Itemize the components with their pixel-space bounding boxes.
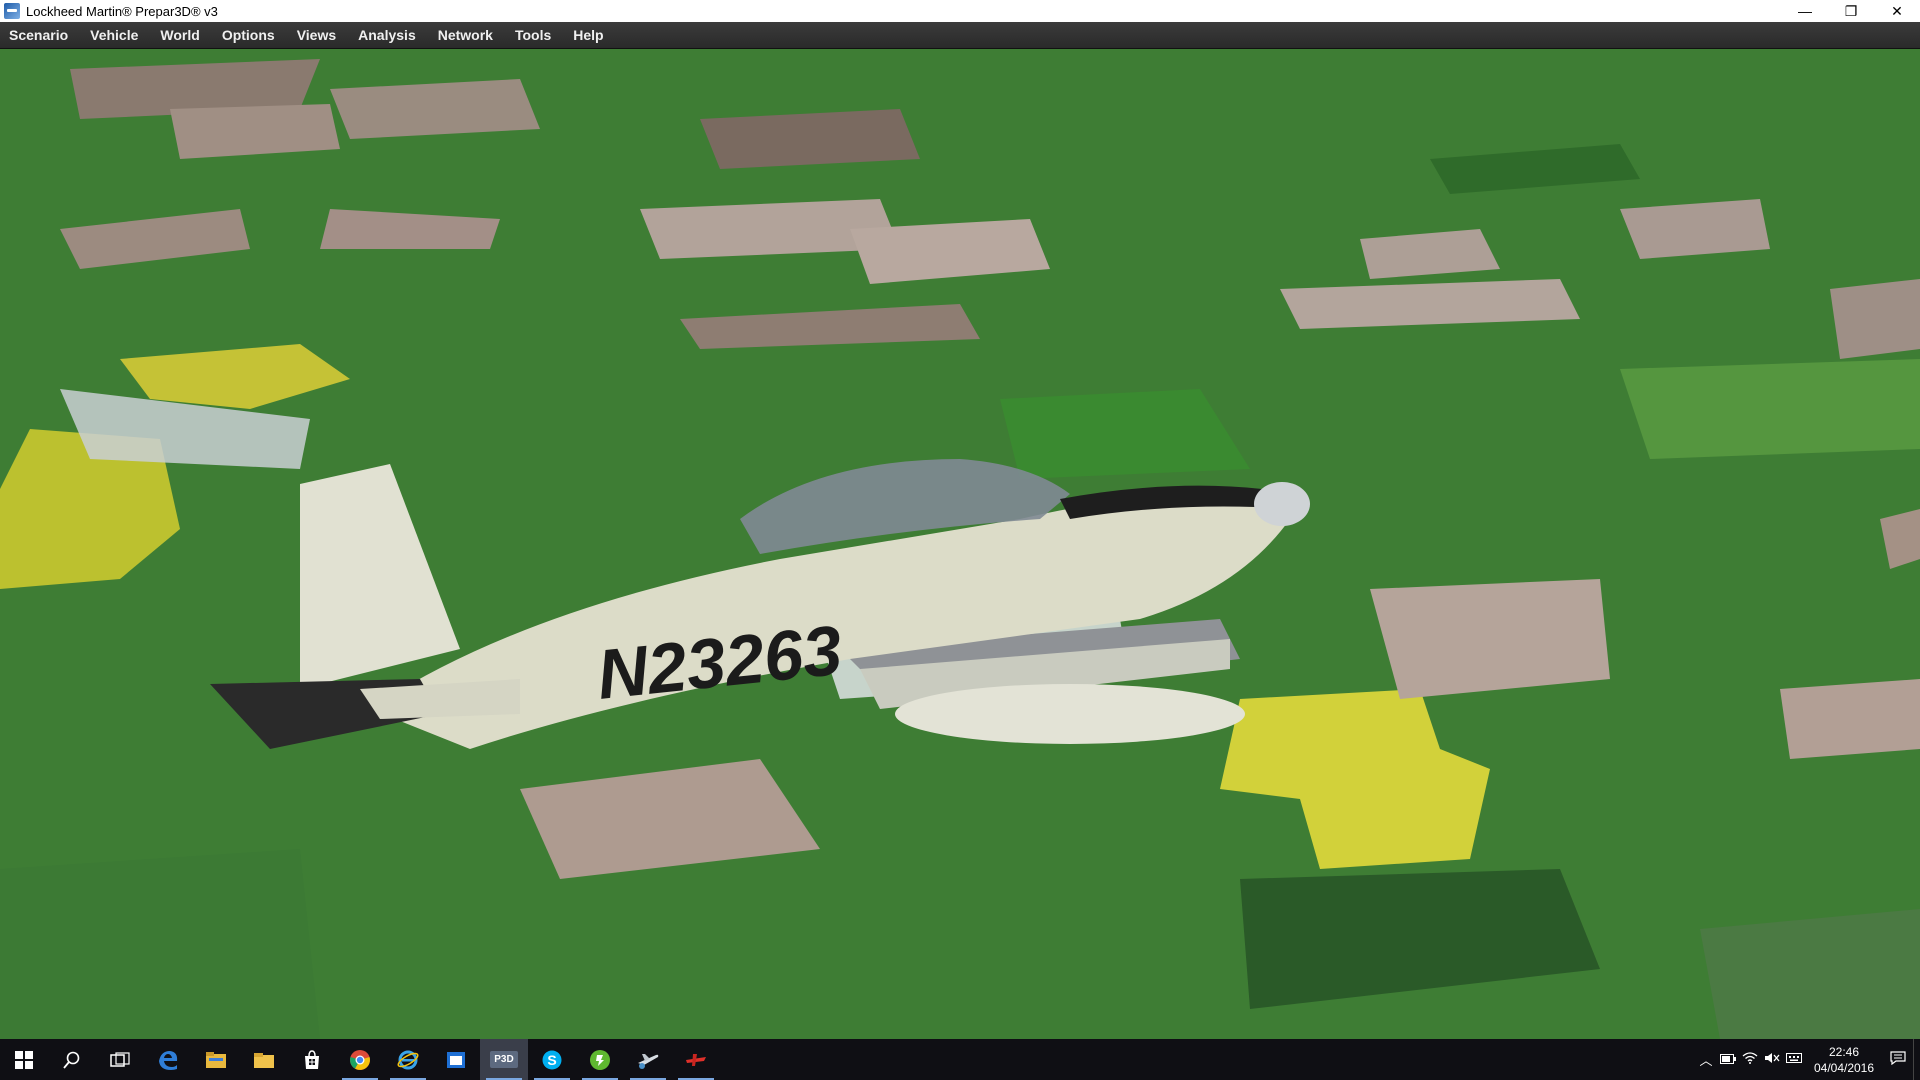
taskbar-clock[interactable]: 22:46 04/04/2016 <box>1805 1044 1883 1076</box>
title-bar[interactable]: Lockheed Martin® Prepar3D® v3 — ❐ ✕ <box>0 0 1920 22</box>
volume-muted-icon[interactable] <box>1761 1052 1783 1067</box>
clock-date: 04/04/2016 <box>1813 1060 1875 1075</box>
window-title: Lockheed Martin® Prepar3D® v3 <box>26 3 218 19</box>
prepar3d-window: Lockheed Martin® Prepar3D® v3 — ❐ ✕ Scen… <box>0 0 1920 1080</box>
simulation-viewport[interactable]: N23263 <box>0 49 1920 1039</box>
windows-taskbar: P3D S ︿ 22:46 04/04/2016 <box>0 1039 1920 1080</box>
store-icon[interactable] <box>288 1039 336 1080</box>
menu-options[interactable]: Options <box>211 22 286 48</box>
menu-views[interactable]: Views <box>286 22 347 48</box>
chrome-icon[interactable] <box>336 1039 384 1080</box>
internet-explorer-icon[interactable] <box>384 1039 432 1080</box>
minimize-button[interactable]: — <box>1782 0 1828 22</box>
task-view-icon[interactable] <box>96 1039 144 1080</box>
menu-world[interactable]: World <box>149 22 210 48</box>
show-desktop-button[interactable] <box>1913 1039 1920 1080</box>
plane-app-icon[interactable] <box>624 1039 672 1080</box>
folder-icon[interactable] <box>240 1039 288 1080</box>
system-tray: ︿ 22:46 04/04/2016 <box>1695 1039 1920 1080</box>
restore-button[interactable]: ❐ <box>1828 0 1874 22</box>
show-hidden-icons-icon[interactable]: ︿ <box>1695 1050 1717 1069</box>
svg-text:S: S <box>547 1052 556 1068</box>
menu-scenario[interactable]: Scenario <box>0 22 79 48</box>
search-icon[interactable] <box>48 1039 96 1080</box>
close-button[interactable]: ✕ <box>1874 0 1920 22</box>
green-app-icon[interactable] <box>576 1039 624 1080</box>
scenery-canvas: N23263 <box>0 49 1920 1039</box>
menu-network[interactable]: Network <box>427 22 504 48</box>
menu-bar: Scenario Vehicle World Options Views Ana… <box>0 22 1920 49</box>
edge-icon[interactable] <box>144 1039 192 1080</box>
start-icon[interactable] <box>0 1039 48 1080</box>
action-center-icon[interactable] <box>1883 1051 1913 1068</box>
menu-tools[interactable]: Tools <box>504 22 562 48</box>
skype-icon[interactable]: S <box>528 1039 576 1080</box>
menu-analysis[interactable]: Analysis <box>347 22 427 48</box>
file-explorer-icon[interactable] <box>192 1039 240 1080</box>
clock-time: 22:46 <box>1828 1044 1860 1059</box>
battery-icon[interactable] <box>1717 1052 1739 1067</box>
menu-help[interactable]: Help <box>562 22 614 48</box>
menu-vehicle[interactable]: Vehicle <box>79 22 149 48</box>
app-window-icon[interactable] <box>432 1039 480 1080</box>
prepar3d-app-icon[interactable] <box>4 3 20 19</box>
wifi-icon[interactable] <box>1739 1052 1761 1067</box>
keyboard-icon[interactable] <box>1783 1052 1805 1067</box>
red-app-icon[interactable] <box>672 1039 720 1080</box>
prepar3d-icon[interactable]: P3D <box>480 1039 528 1080</box>
prepar3d-taskbar-label: P3D <box>490 1051 518 1068</box>
